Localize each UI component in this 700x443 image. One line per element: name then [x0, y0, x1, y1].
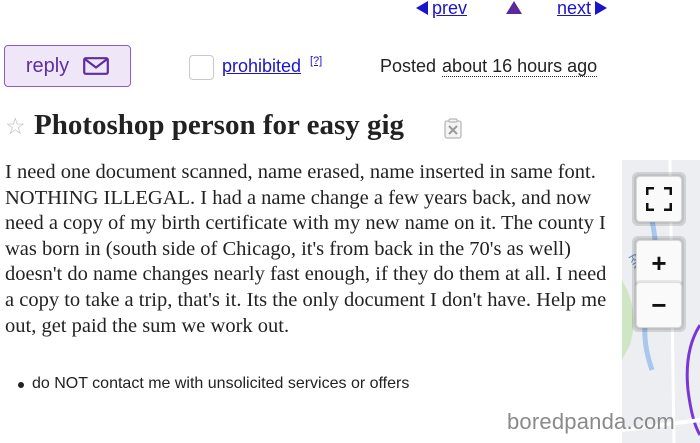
posted-label: Posted	[380, 56, 437, 76]
posted-info: Posted about 16 hours ago	[380, 56, 598, 77]
posting-body: I need one document scanned, name erased…	[5, 161, 607, 337]
notice-item: do NOT contact me with unsolicited servi…	[18, 375, 409, 393]
next-label: next	[557, 0, 592, 18]
hide-posting-icon[interactable]	[443, 118, 463, 140]
map-zoom-in-button[interactable]: +	[636, 240, 682, 286]
next-link[interactable]: next	[557, 0, 617, 18]
reply-button[interactable]: reply	[4, 45, 131, 87]
up-link[interactable]	[506, 0, 522, 14]
up-arrow-icon	[506, 1, 522, 14]
fullscreen-icon	[646, 187, 672, 211]
prohibited-help-link[interactable]: [?]	[310, 55, 322, 67]
prev-link[interactable]: prev	[416, 0, 478, 18]
map-widget[interactable]: Rive + −	[622, 160, 700, 443]
map-zoom-out-button[interactable]: −	[636, 282, 682, 328]
posting-title: Photoshop person for easy gig	[34, 109, 405, 141]
notices-list: do NOT contact me with unsolicited servi…	[18, 375, 409, 393]
star-icon[interactable]: ☆	[5, 114, 26, 138]
watermark: boredpanda.com	[507, 409, 675, 434]
mail-icon	[83, 57, 110, 75]
reply-label: reply	[25, 54, 70, 77]
right-arrow-icon	[595, 1, 608, 15]
prohibited-link[interactable]: prohibited	[222, 56, 301, 77]
prohibited-checkbox[interactable]	[189, 55, 214, 80]
prev-label: prev	[432, 0, 468, 18]
left-arrow-icon	[416, 1, 428, 15]
notice-text: do NOT contact me with unsolicited servi…	[32, 375, 410, 392]
map-fullscreen-button[interactable]	[636, 176, 682, 222]
posted-time: about 16 hours ago	[442, 56, 598, 77]
bullet-icon	[18, 382, 24, 388]
